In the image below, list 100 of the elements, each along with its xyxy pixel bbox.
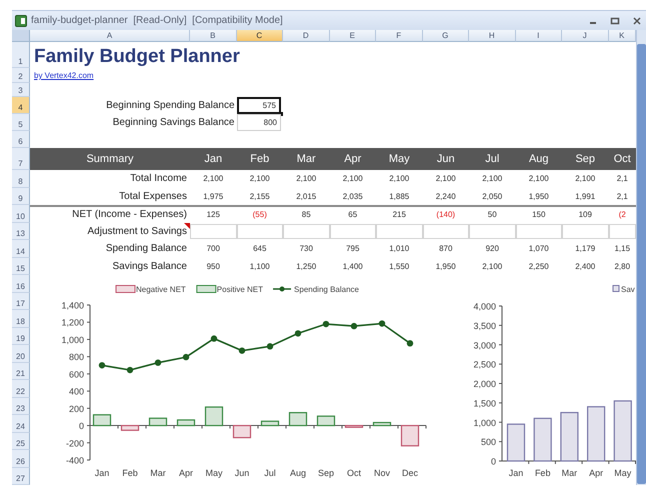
input-cell[interactable]	[422, 224, 469, 239]
axis-label: Apr	[589, 468, 604, 478]
axis-label: 0	[490, 456, 496, 466]
table-cell-text: 2,100	[388, 173, 410, 186]
table-cell-text: 2,100	[248, 173, 271, 186]
axis-label: Oct	[347, 468, 361, 478]
row-header[interactable]: 2	[12, 68, 30, 83]
table-cell-text: 2,100	[202, 173, 224, 186]
row-header[interactable]: 3	[12, 83, 30, 97]
column-header[interactable]: E	[330, 30, 376, 42]
table-cell-text: 2,1	[616, 190, 629, 203]
table-cell-text: 950	[206, 260, 221, 273]
input-cell[interactable]	[469, 224, 516, 239]
axis-label: Aug	[290, 468, 306, 478]
website-link[interactable]: by Vertex42.com	[30, 71, 94, 80]
row-header[interactable]: 5	[12, 114, 30, 131]
table-cell-text: 920	[484, 243, 500, 256]
table-cell-text: 1,010	[388, 243, 410, 256]
row-header[interactable]: 6	[12, 131, 30, 148]
input-cell[interactable]	[516, 224, 562, 239]
table-cell-text: 2,035	[342, 190, 364, 203]
column-heading: Jul	[469, 148, 516, 170]
row-header[interactable]: 22	[12, 380, 30, 398]
row-header[interactable]: 15	[12, 258, 30, 275]
row-header[interactable]: 4	[12, 97, 30, 114]
column-header[interactable]: C	[236, 30, 283, 42]
axis-label: Feb	[122, 468, 138, 478]
row-header[interactable]: 18	[12, 310, 30, 328]
row-header[interactable]: 9	[12, 188, 30, 205]
axis-label: Sep	[318, 468, 334, 478]
row-header[interactable]: 1	[12, 42, 30, 68]
restore-icon[interactable]	[610, 16, 620, 26]
column-header[interactable]: H	[469, 30, 516, 42]
row-header[interactable]: 10	[12, 205, 30, 222]
axis-label: 1,000	[473, 418, 496, 428]
row-header[interactable]: 13	[12, 222, 30, 240]
axis-label: Mar	[150, 468, 166, 478]
axis-label: Jan	[508, 468, 524, 478]
input-field[interactable]: 800	[236, 114, 281, 131]
row-header[interactable]: 26	[12, 450, 30, 468]
input-cell[interactable]	[562, 224, 608, 239]
select-all-corner[interactable]	[12, 30, 30, 42]
column-heading: May	[376, 148, 422, 170]
row-header[interactable]: 25	[12, 432, 30, 450]
table-cell-text: 795	[345, 243, 360, 256]
row-label: Spending Balance	[104, 242, 188, 256]
table-cell-text: 1,991	[574, 190, 596, 203]
column-heading: Apr	[330, 148, 376, 170]
row-header[interactable]: 16	[12, 275, 30, 292]
column-header[interactable]: D	[283, 30, 330, 42]
axis-label: Nov	[374, 468, 390, 478]
table-cell-text: 1,400	[342, 260, 364, 273]
column-header[interactable]: G	[422, 30, 469, 42]
column-heading: Mar	[283, 148, 330, 170]
legend-label: Spending Balance	[294, 285, 359, 294]
table-cell-text: 2,100	[342, 173, 364, 186]
axis-label: 600	[68, 369, 84, 380]
row-label: Total Income	[129, 172, 188, 186]
input-field[interactable]: 575	[236, 97, 281, 114]
row-header[interactable]: 24	[12, 415, 30, 432]
table-cell-text: 700	[206, 243, 221, 256]
input-cell[interactable]	[376, 224, 422, 239]
table-cell-text: 1,550	[388, 260, 410, 273]
row-header[interactable]: 17	[12, 292, 30, 310]
row-header[interactable]: 20	[12, 345, 30, 362]
column-header[interactable]: F	[376, 30, 422, 42]
axis-label: 2,500	[473, 360, 496, 370]
column-header[interactable]: B	[190, 30, 236, 42]
input-cell[interactable]	[236, 224, 283, 239]
column-header[interactable]: I	[516, 30, 562, 42]
table-cell-text: 2,100	[481, 260, 504, 273]
row-header[interactable]: 14	[12, 240, 30, 258]
axis-label: Apr	[179, 468, 193, 478]
axis-label: May	[614, 468, 632, 478]
column-header[interactable]: A	[30, 30, 190, 42]
input-cell[interactable]	[330, 224, 376, 239]
row-label: Total Expenses	[118, 190, 188, 204]
row-header[interactable]: 19	[12, 328, 30, 345]
axis-label: 3,500	[473, 320, 496, 331]
input-cell[interactable]	[608, 224, 636, 239]
row-header[interactable]: 8	[12, 170, 30, 188]
axis-label: May	[206, 468, 222, 478]
axis-label: 1,400	[61, 300, 84, 310]
input-cell[interactable]	[283, 224, 330, 239]
table-cell-text: 2,100	[295, 173, 318, 186]
row-header[interactable]: 27	[12, 468, 30, 485]
row-header[interactable]: 21	[12, 362, 30, 380]
column-header[interactable]: J	[562, 30, 608, 42]
input-cell[interactable]	[190, 224, 236, 239]
table-cell-text: 2,400	[574, 260, 596, 273]
axis-label: 4,000	[473, 302, 496, 312]
column-header[interactable]: K	[608, 30, 636, 42]
column-heading: Sep	[562, 148, 608, 170]
table-cell-text: 2,100	[574, 173, 596, 186]
table-cell-text: 2,100	[528, 173, 550, 186]
table-cell-text: 2,050	[481, 190, 504, 203]
row-header[interactable]: 23	[12, 398, 30, 415]
table-cell-text: 1,975	[202, 190, 224, 203]
close-icon[interactable]	[632, 16, 642, 26]
row-header[interactable]: 7	[12, 148, 30, 170]
